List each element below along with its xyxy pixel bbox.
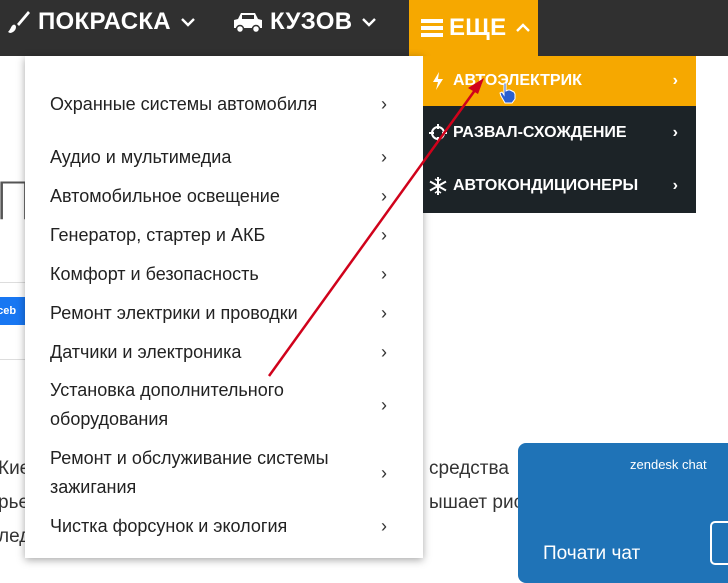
- submenu-item-label: РАЗВАЛ-СХОЖДЕНИЕ: [453, 124, 627, 141]
- submenu-item-alignment[interactable]: РАЗВАЛ-СХОЖДЕНИЕ ›: [423, 108, 696, 158]
- chevron-right-icon: ›: [381, 394, 387, 415]
- paint-brush-icon: [6, 9, 32, 35]
- nav-item-eshche[interactable]: ЕЩЕ: [409, 0, 538, 56]
- services-dropdown-menu: Охранные системы автомобиля › Аудио и му…: [25, 56, 423, 558]
- dropdown-item-label: Аудио и мультимедиа: [50, 146, 232, 167]
- submenu-item-label: АВТОЭЛЕКТРИК: [453, 72, 582, 89]
- chat-icon: [710, 521, 728, 565]
- chevron-down-icon: [181, 17, 195, 27]
- nav-item-label: КУЗОВ: [270, 8, 353, 35]
- top-nav-bar: ПОКРАСКА КУЗОВ ЕЩЕ: [0, 0, 728, 56]
- chevron-right-icon: ›: [381, 341, 387, 362]
- chevron-right-icon: ›: [381, 224, 387, 245]
- dropdown-item-label: Автомобильное освещение: [50, 185, 280, 206]
- nav-item-kuzov[interactable]: КУЗОВ: [232, 0, 377, 44]
- chevron-right-icon: ›: [381, 462, 387, 483]
- start-chat-label: Почати чат: [543, 543, 641, 564]
- chevron-right-icon: ›: [381, 263, 387, 284]
- submenu-item-autoelectric[interactable]: АВТОЭЛЕКТРИК ›: [423, 56, 696, 106]
- dropdown-item[interactable]: Чистка форсунок и экология ›: [25, 511, 423, 541]
- chevron-right-icon: ›: [381, 185, 387, 206]
- submenu-item-label: АВТОКОНДИЦИОНЕРЫ: [453, 177, 639, 194]
- dropdown-item[interactable]: Автомобильное освещение ›: [25, 181, 423, 211]
- nav-item-pokraska[interactable]: ПОКРАСКА: [6, 0, 195, 44]
- dropdown-item-label: Чистка форсунок и экология: [50, 515, 288, 536]
- dropdown-item[interactable]: Комфорт и безопасность ›: [25, 259, 423, 289]
- chat-widget-brand: zendesk chat: [630, 457, 707, 472]
- dropdown-item-label: Датчики и электроника: [50, 341, 242, 362]
- submenu-item-aircon[interactable]: АВТОКОНДИЦИОНЕРЫ ›: [423, 161, 696, 211]
- chevron-right-icon: ›: [381, 302, 387, 323]
- dropdown-item[interactable]: Охранные системы автомобиля ›: [25, 74, 423, 134]
- dropdown-item-label: Охранные системы автомобиля: [50, 93, 318, 114]
- snowflake-icon: [423, 177, 453, 195]
- facebook-share-button[interactable]: aceb: [0, 297, 25, 325]
- dropdown-item[interactable]: Датчики и электроника ›: [25, 337, 423, 367]
- dropdown-item-label: Комфорт и безопасность: [50, 263, 259, 284]
- nav-item-label: ПОКРАСКА: [38, 8, 171, 35]
- chevron-up-icon: [516, 23, 531, 33]
- dropdown-item-label: Установка дополнительного оборудования: [50, 380, 284, 429]
- hand-cursor-icon: [499, 82, 517, 109]
- dropdown-item[interactable]: Установка дополнительного оборудования ›: [25, 375, 423, 435]
- social-share-box: aceb: [0, 282, 28, 360]
- dropdown-item[interactable]: Ремонт электрики и проводки ›: [25, 298, 423, 328]
- lightning-icon: [423, 72, 453, 90]
- body-text-fragment: ышает рис: [429, 492, 524, 513]
- car-icon: [232, 10, 264, 34]
- chevron-right-icon: ›: [381, 93, 387, 114]
- chevron-right-icon: ›: [672, 124, 678, 141]
- chevron-down-icon: [362, 17, 377, 27]
- chevron-right-icon: ›: [672, 177, 678, 194]
- chat-widget[interactable]: zendesk chat Почати чат: [518, 443, 728, 583]
- body-text-fragment: средства: [429, 458, 509, 479]
- dropdown-item-label: Генератор, стартер и АКБ: [50, 224, 266, 245]
- menu-icon: [421, 18, 443, 38]
- dropdown-item-label: Ремонт и обслуживание системы зажигания: [50, 448, 329, 497]
- dropdown-item-label: Ремонт электрики и проводки: [50, 302, 298, 323]
- dropdown-item[interactable]: Ремонт и обслуживание системы зажигания …: [25, 443, 423, 503]
- dropdown-item[interactable]: Аудио и мультимедиа ›: [25, 142, 423, 172]
- dropdown-item[interactable]: Генератор, стартер и АКБ ›: [25, 220, 423, 250]
- wheel-alignment-icon: [423, 124, 453, 142]
- more-submenu: АВТОЭЛЕКТРИК › РАЗВАЛ-СХОЖДЕНИЕ › АВТОКО…: [423, 56, 696, 213]
- chevron-right-icon: ›: [381, 146, 387, 167]
- chevron-right-icon: ›: [672, 72, 678, 89]
- nav-item-label: ЕЩЕ: [449, 14, 507, 41]
- chevron-right-icon: ›: [381, 515, 387, 536]
